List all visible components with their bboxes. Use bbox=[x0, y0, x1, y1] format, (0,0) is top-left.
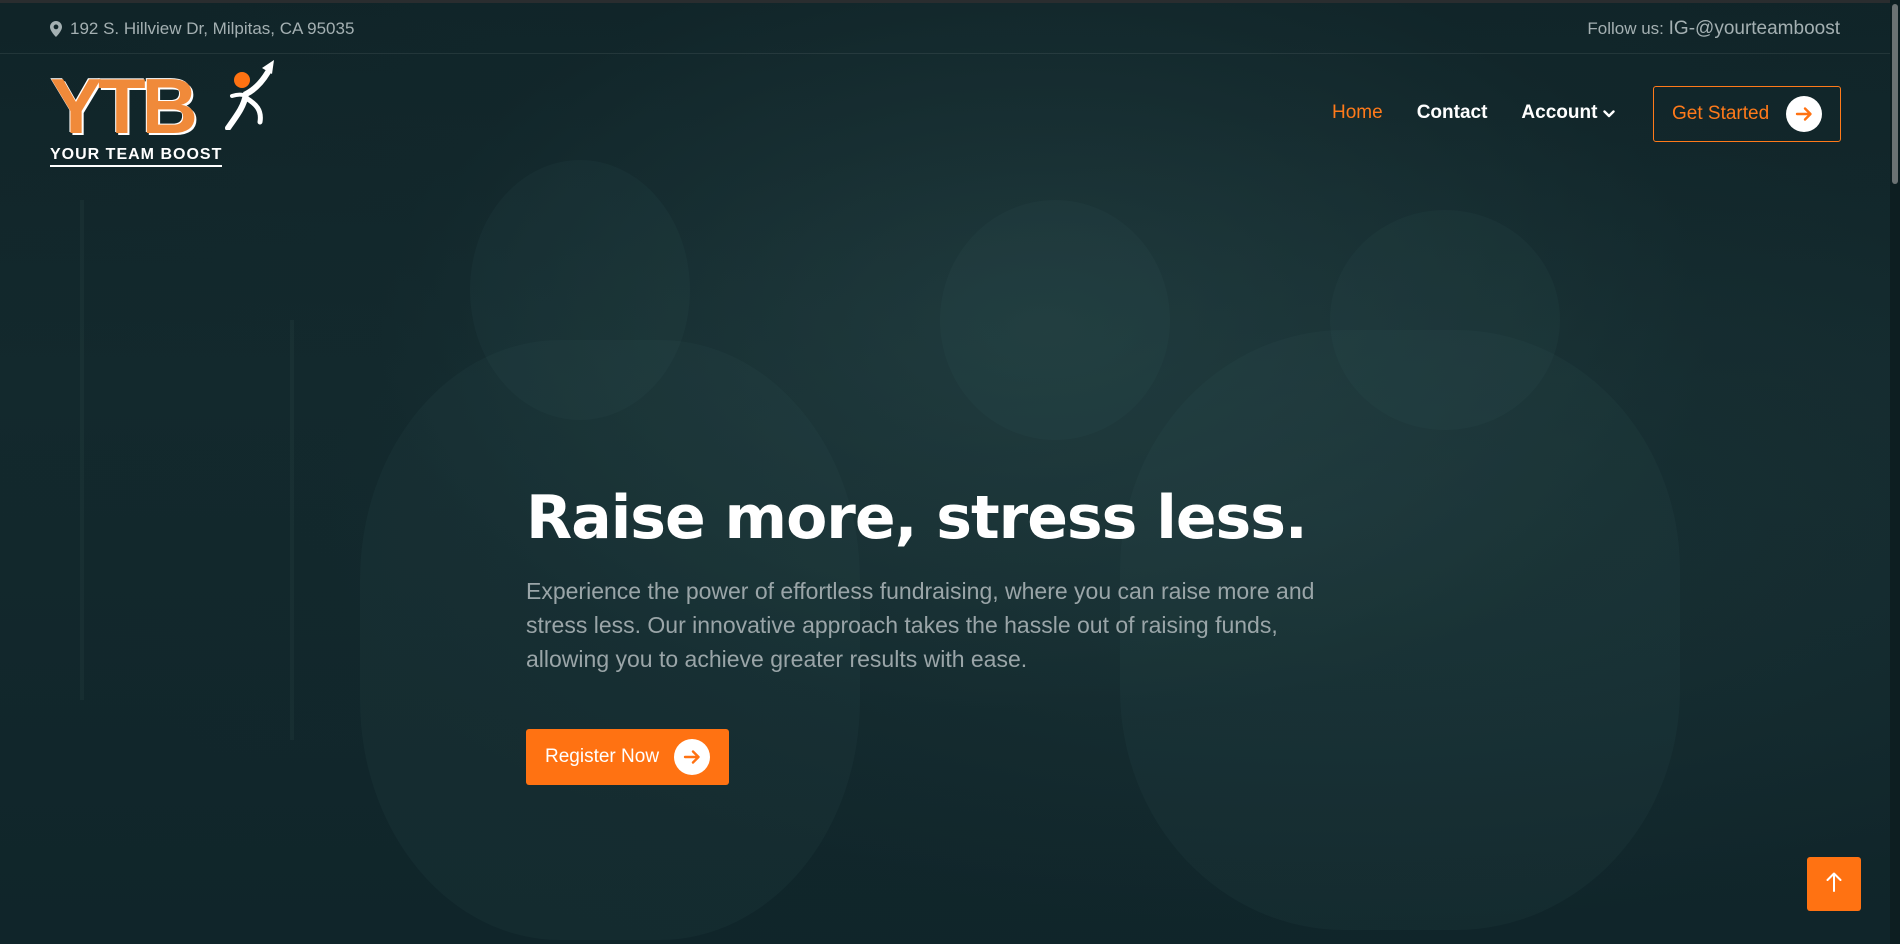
arrow-right-icon bbox=[674, 739, 710, 775]
hero-description: Experience the power of effortless fundr… bbox=[526, 578, 1315, 672]
background-pole bbox=[290, 320, 294, 740]
site-logo[interactable]: YTB YOUR TEAM BOOST bbox=[50, 58, 280, 170]
arrow-up-icon bbox=[1825, 871, 1843, 898]
main-nav: Home Contact Account bbox=[1332, 102, 1616, 124]
nav-home-link[interactable]: Home bbox=[1332, 102, 1383, 124]
page-scrollbar[interactable] bbox=[1890, 0, 1900, 944]
page: 192 S. Hillview Dr, Milpitas, CA 95035 F… bbox=[0, 0, 1900, 944]
get-started-button[interactable]: Get Started bbox=[1653, 86, 1841, 142]
social-follow: Follow us: IG-@yourteamboost bbox=[1587, 18, 1840, 40]
map-pin-icon bbox=[50, 21, 62, 37]
address: 192 S. Hillview Dr, Milpitas, CA 95035 bbox=[50, 19, 354, 39]
background-pole bbox=[80, 200, 84, 700]
hero-title: Raise more, stress less. bbox=[526, 483, 1308, 553]
get-started-label: Get Started bbox=[1672, 103, 1770, 124]
arrow-right-icon bbox=[1786, 96, 1822, 132]
follow-label: Follow us: bbox=[1587, 19, 1664, 38]
chevron-down-icon bbox=[1603, 102, 1616, 124]
address-text: 192 S. Hillview Dr, Milpitas, CA 95035 bbox=[70, 19, 355, 38]
nav-account-dropdown[interactable]: Account bbox=[1521, 102, 1616, 124]
logo-letters: YTB bbox=[50, 62, 198, 150]
register-now-label: Register Now bbox=[545, 746, 660, 767]
top-bar: 192 S. Hillview Dr, Milpitas, CA 95035 F… bbox=[0, 3, 1900, 54]
nav-contact-link[interactable]: Contact bbox=[1417, 102, 1488, 124]
register-now-button[interactable]: Register Now bbox=[526, 729, 729, 785]
scrollbar-thumb[interactable] bbox=[1892, 4, 1898, 184]
scroll-to-top-button[interactable] bbox=[1807, 857, 1861, 911]
instagram-handle-link[interactable]: IG-@yourteamboost bbox=[1669, 18, 1840, 39]
nav-account-label: Account bbox=[1521, 102, 1598, 123]
background-figure bbox=[940, 200, 1170, 440]
logo-tagline: YOUR TEAM BOOST bbox=[50, 146, 223, 167]
running-figure-icon bbox=[210, 58, 282, 135]
